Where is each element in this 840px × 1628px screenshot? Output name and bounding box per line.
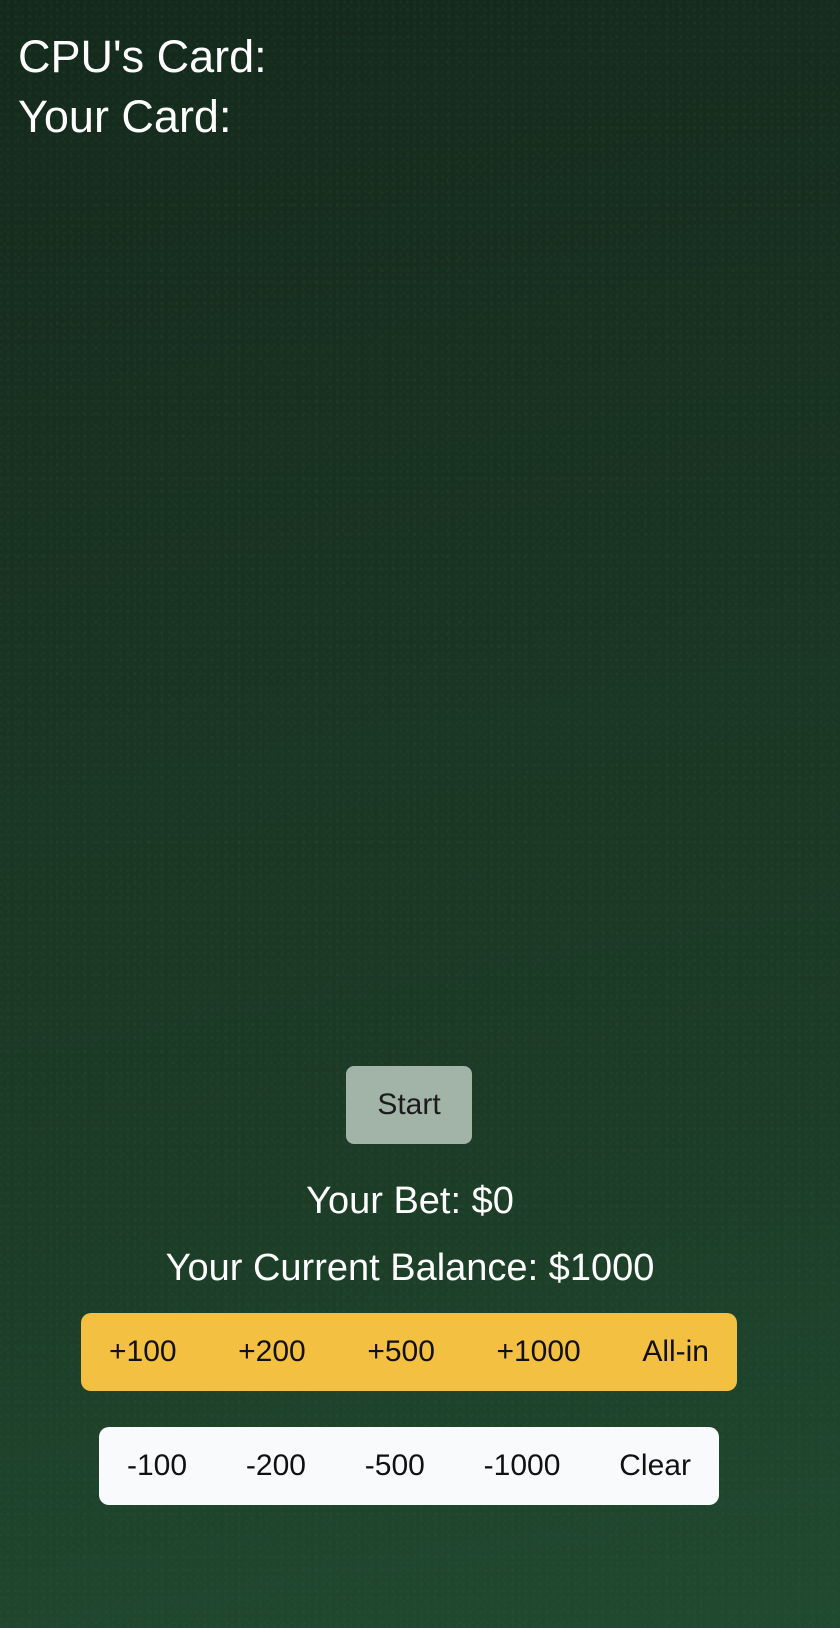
- subtract-200-button[interactable]: -200: [246, 1449, 306, 1483]
- start-button[interactable]: Start: [346, 1066, 472, 1144]
- current-balance-text: Your Current Balance: $1000: [165, 1247, 655, 1289]
- decrease-bet-bar: -100 -200 -500 -1000 Clear: [99, 1427, 719, 1505]
- add-1000-button[interactable]: +1000: [496, 1335, 580, 1369]
- cpu-card-label: CPU's Card:: [18, 31, 267, 82]
- player-card-label: Your Card:: [18, 91, 232, 142]
- all-in-button[interactable]: All-in: [642, 1335, 709, 1369]
- add-100-button[interactable]: +100: [109, 1335, 177, 1369]
- subtract-100-button[interactable]: -100: [127, 1449, 187, 1483]
- current-bet-text: Your Bet: $0: [306, 1180, 514, 1222]
- add-500-button[interactable]: +500: [367, 1335, 435, 1369]
- subtract-500-button[interactable]: -500: [365, 1449, 425, 1483]
- subtract-1000-button[interactable]: -1000: [484, 1449, 561, 1483]
- clear-bet-button[interactable]: Clear: [619, 1449, 691, 1483]
- increase-bet-bar: +100 +200 +500 +1000 All-in: [81, 1313, 737, 1391]
- add-200-button[interactable]: +200: [238, 1335, 306, 1369]
